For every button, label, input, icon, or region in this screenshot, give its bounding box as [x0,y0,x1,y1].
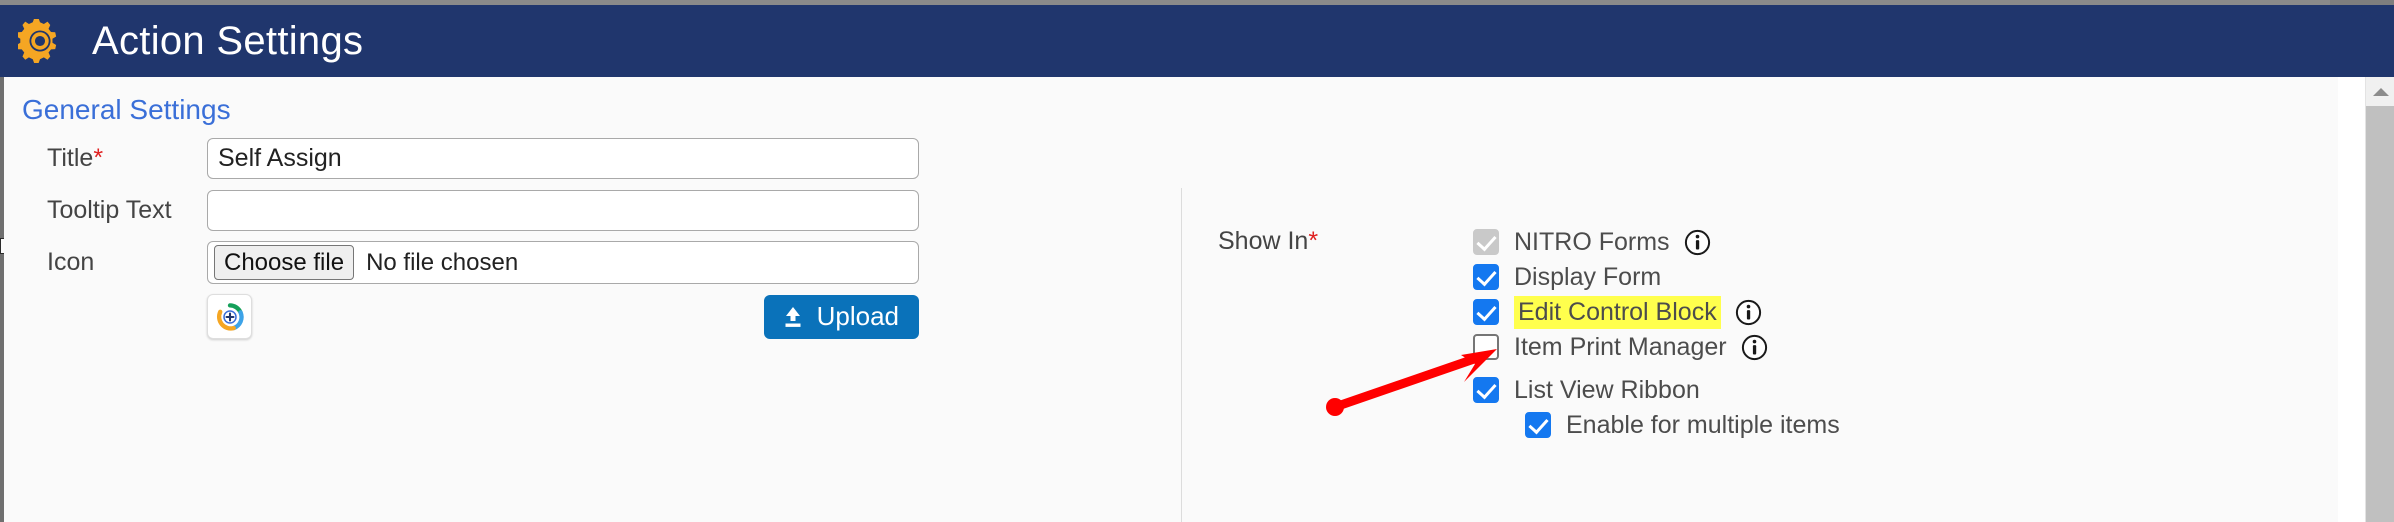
tooltip-text-label: Tooltip Text [47,196,172,224]
checkbox-nitro-forms [1473,229,1499,255]
checkbox-label-display-form: Display Form [1514,262,1662,291]
checkbox-edit-control-block [1473,299,1499,325]
checkbox-row-list-view-ribbon[interactable]: List View Ribbon [1473,373,1840,407]
checkbox-label-enable-for-multiple-items: Enable for multiple items [1566,410,1840,439]
required-asterisk: * [93,144,104,172]
checkbox-row-item-print-manager[interactable]: Item Print Manager [1473,330,1840,364]
title-input[interactable] [207,138,919,179]
icon-label: Icon [47,248,95,276]
checkbox-row-enable-for-multiple-items[interactable]: Enable for multiple items [1525,408,1840,442]
info-icon[interactable] [1684,229,1711,256]
field-row-tooltip-text: Tooltip Text [22,190,1162,231]
info-icon[interactable] [1735,299,1762,326]
checkbox-enable-for-multiple-items [1525,412,1551,438]
icon-file-input[interactable]: Choose file No file chosen [207,241,919,284]
app-header: Action Settings [0,5,2394,77]
scrollbar-up-button[interactable] [2366,77,2394,106]
title-label: Title* [22,144,207,173]
column-divider [1181,188,1182,522]
action-settings-window: Action Settings General Settings Title* … [0,0,2394,522]
field-row-title: Title* [22,138,1162,179]
checkbox-row-edit-control-block[interactable]: Edit Control Block [1473,295,1840,329]
checkbox-display-form [1473,264,1499,290]
title-label-text: Title [47,144,94,172]
checkbox-label-list-view-ribbon: List View Ribbon [1514,375,1700,404]
checkbox-label-item-print-manager: Item Print Manager [1514,332,1727,361]
general-settings-form: Title* Tooltip Text Icon Choose file No … [22,138,1162,339]
show-in-required-asterisk: * [1308,227,1319,255]
tooltip-text-input[interactable] [207,190,919,231]
info-icon[interactable] [1741,334,1768,361]
checkbox-label-nitro-forms: NITRO Forms [1514,227,1670,256]
upload-button[interactable]: Upload [763,294,919,339]
show-in-label: Show In* [1218,225,1473,256]
vertical-scrollbar[interactable] [2365,77,2394,522]
checkbox-row-display-form[interactable]: Display Form [1473,260,1840,294]
show-in-checkbox-list: NITRO Forms Display Form Edit Control Bl… [1473,225,1840,443]
show-in-section: Show In* NITRO Forms Display Form Edit C… [1218,225,1840,443]
scrollbar-thumb[interactable] [2366,106,2394,522]
section-title-general-settings: General Settings [22,94,231,125]
choose-file-button[interactable]: Choose file [214,245,355,280]
checkbox-label-edit-control-block: Edit Control Block [1514,295,1721,329]
nitro-circle-plus-icon [216,302,244,331]
checkbox-row-nitro-forms[interactable]: NITRO Forms [1473,225,1840,259]
checkbox-item-print-manager [1473,334,1499,360]
field-row-icon: Icon Choose file No file chosen [22,241,1162,284]
icon-preview-box[interactable] [207,294,252,339]
upload-icon [785,306,801,327]
no-file-chosen-text: No file chosen [366,248,519,276]
gear-icon [18,19,57,63]
upload-button-label: Upload [816,301,899,331]
chevron-up-icon [2372,87,2389,96]
icon-preview-and-upload-row: Upload [207,294,919,339]
checkbox-list-view-ribbon [1473,377,1499,403]
page-title: Action Settings [92,19,364,63]
show-in-label-text: Show In [1218,227,1309,255]
